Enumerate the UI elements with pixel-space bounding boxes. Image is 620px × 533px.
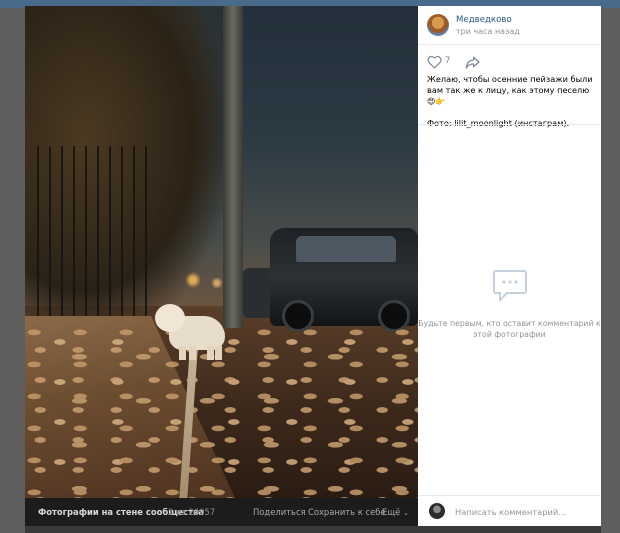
photo-counter: 2 из 20957 — [168, 507, 216, 517]
photo-bottom-bar: Фотографии на стене сообщества 2 из 2095… — [25, 498, 418, 526]
avatar — [429, 503, 445, 519]
photo[interactable] — [25, 6, 418, 498]
dog-head — [155, 304, 185, 332]
post-description: Желаю, чтобы осенние пейзажи были вам та… — [427, 74, 595, 129]
save-button[interactable]: Сохранить к себе — [308, 507, 386, 517]
dog-leg — [179, 346, 186, 360]
car-window — [296, 236, 396, 262]
divider — [418, 124, 601, 125]
description-gap — [427, 107, 595, 118]
chevron-down-icon: ⌄ — [403, 509, 409, 517]
like-count: 7 — [445, 56, 451, 66]
description-line1: Желаю, чтобы осенние пейзажи были вам та… — [427, 74, 593, 95]
photo-car — [270, 228, 418, 332]
dog-leg — [207, 346, 214, 360]
comment-form: Написать комментарий... — [418, 495, 601, 527]
comments-empty: Будьте первым, кто оставит комментарий к… — [418, 268, 601, 340]
avatar[interactable] — [427, 14, 449, 36]
photo-viewer: Фотографии на стене сообщества 2 из 2095… — [25, 6, 601, 526]
info-panel: Медведково три часа назад 7 Желаю, чтобы… — [418, 6, 601, 526]
share-button[interactable]: Поделиться — [253, 507, 306, 517]
photo-pole — [223, 6, 243, 328]
photo-fence — [37, 146, 157, 336]
dog-leg — [215, 346, 222, 360]
heart-eyes-emoji: 😍 — [427, 97, 436, 106]
post-header: Медведково три часа назад — [418, 6, 601, 45]
background-feed-strip — [25, 526, 601, 533]
description-text: Желаю, чтобы осенние пейзажи были вам та… — [427, 74, 595, 107]
more-button[interactable]: Ещё ⌄ — [382, 507, 409, 517]
more-label: Ещё — [382, 507, 401, 517]
dog-leg — [189, 346, 196, 360]
comment-input[interactable]: Написать комментарий... — [455, 507, 566, 517]
author-name[interactable]: Медведково — [456, 15, 512, 25]
comments-empty-text: Будьте первым, кто оставит комментарий к… — [418, 319, 601, 339]
share-arrow-icon[interactable] — [465, 54, 481, 73]
comments-icon — [491, 270, 529, 308]
hand-emoji: 👉 — [435, 97, 446, 106]
heart-icon[interactable] — [427, 54, 442, 73]
post-time[interactable]: три часа назад — [456, 27, 520, 36]
photo-dog — [155, 300, 229, 360]
